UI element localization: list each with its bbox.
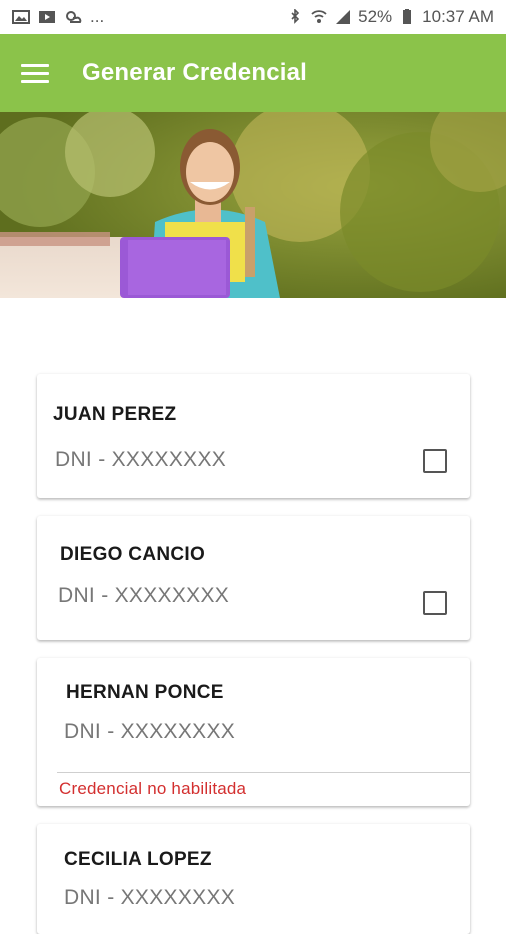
- bluetooth-icon: [286, 9, 304, 25]
- status-bar-left: ...: [0, 7, 104, 27]
- weather-icon: [64, 9, 82, 25]
- banner-image: [0, 112, 506, 298]
- student-name: DIEGO CANCIO: [60, 544, 206, 565]
- student-name: HERNAN PONCE: [66, 682, 224, 703]
- gallery-icon: [12, 9, 30, 25]
- list-item[interactable]: CECILIA LOPEZ DNI - XXXXXXXX: [37, 824, 470, 934]
- select-checkbox[interactable]: [423, 449, 447, 473]
- status-time: 10:37 AM: [422, 7, 494, 26]
- battery-percent: 52%: [358, 7, 393, 26]
- student-dni: DNI - XXXXXXXX: [55, 448, 227, 471]
- signal-icon: [334, 9, 352, 25]
- status-bar-right: 52% 10:37 AM: [286, 7, 506, 27]
- status-overflow-text: ...: [90, 7, 105, 26]
- student-dni: DNI - XXXXXXXX: [58, 584, 230, 607]
- student-photo: [0, 112, 506, 298]
- credential-disabled-message: Credencial no habilitada: [59, 779, 247, 798]
- select-checkbox[interactable]: [423, 591, 447, 615]
- divider: [57, 772, 470, 773]
- student-name: JUAN PEREZ: [53, 404, 177, 425]
- list-item[interactable]: DIEGO CANCIO DNI - XXXXXXXX: [37, 516, 470, 640]
- battery-icon: [398, 9, 416, 25]
- status-bar: ... 52% 10:37 AM: [0, 0, 506, 34]
- student-dni: DNI - XXXXXXXX: [64, 720, 236, 743]
- student-name: CECILIA LOPEZ: [64, 849, 212, 870]
- list-item[interactable]: JUAN PEREZ DNI - XXXXXXXX: [37, 374, 470, 498]
- list-item[interactable]: HERNAN PONCE DNI - XXXXXXXX Credencial n…: [37, 658, 470, 806]
- page-title: Generar Credencial: [82, 59, 308, 86]
- play-store-icon: [38, 9, 56, 25]
- student-dni: DNI - XXXXXXXX: [64, 886, 236, 909]
- wifi-icon: [310, 9, 328, 25]
- app-bar: Generar Credencial: [0, 34, 506, 112]
- hamburger-menu-icon[interactable]: [21, 62, 51, 84]
